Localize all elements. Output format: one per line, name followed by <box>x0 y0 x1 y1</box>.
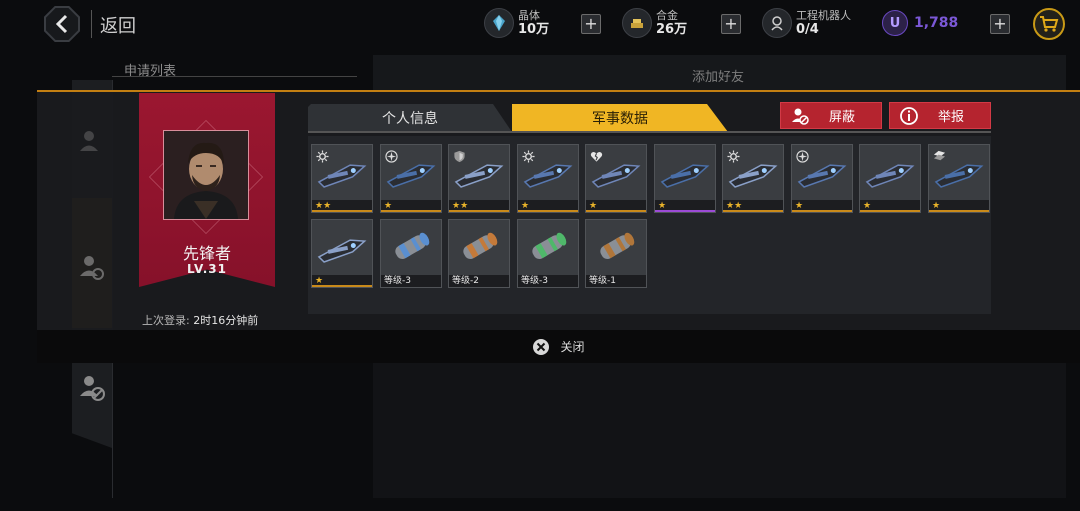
item-level: 等级-3 <box>518 275 578 287</box>
rarity-bar <box>449 210 509 212</box>
crystal-label: 晶体 <box>518 9 540 22</box>
robots-resource: 工程机器人 0/4 <box>762 8 851 38</box>
cart-icon <box>1040 16 1059 32</box>
back-button[interactable] <box>44 6 80 42</box>
alloy-resource: 合金 26万 <box>622 8 687 38</box>
alloy-label: 合金 <box>656 9 678 22</box>
shield-icon <box>453 148 466 163</box>
tab-military-data[interactable]: 军事数据 <box>512 104 728 132</box>
crystal-icon <box>484 8 514 38</box>
item-level: 等级-1 <box>586 275 646 287</box>
module-icon <box>600 232 635 259</box>
close-label: 关闭 <box>560 340 585 354</box>
weapon-item[interactable]: ★ <box>517 144 579 213</box>
divider <box>91 10 92 38</box>
alloy-value: 26万 <box>656 22 688 37</box>
weapon-item[interactable]: ★★ <box>311 144 373 213</box>
last-login-text: 上次登录: 2时16分钟前 <box>142 312 258 328</box>
tab-personal-info[interactable]: 个人信息 <box>308 104 512 132</box>
weapon-item[interactable]: ★★ <box>722 144 784 213</box>
u-currency: U 1,788 <box>882 10 958 36</box>
ship-weapon-icon <box>317 239 367 263</box>
rarity-bar <box>312 285 372 287</box>
block-label: 屏蔽 <box>829 110 856 125</box>
player-name: 先锋者 <box>182 244 231 263</box>
module-icon <box>463 232 498 259</box>
weapon-item[interactable]: ★ <box>585 144 647 213</box>
weapon-item[interactable]: ★ <box>791 144 853 213</box>
item-level: 等级-2 <box>449 275 509 287</box>
alloy-icon <box>622 8 652 38</box>
gear-icon <box>316 148 329 163</box>
module-item[interactable]: 等级-1 <box>585 219 647 288</box>
close-bar: 关闭 <box>37 330 1080 363</box>
module-item[interactable]: 等级-3 <box>517 219 579 288</box>
block-user-icon[interactable] <box>75 370 109 404</box>
weapon-item[interactable]: ★ <box>311 219 373 288</box>
module-item[interactable]: 等级-3 <box>380 219 442 288</box>
add-alloy-button[interactable]: + <box>721 14 741 34</box>
robots-label: 工程机器人 <box>796 9 851 22</box>
gear-icon <box>522 148 535 163</box>
u-currency-icon: U <box>882 10 908 36</box>
rarity-bar <box>792 210 852 212</box>
friend-request-icon <box>75 250 109 284</box>
divider <box>112 76 357 77</box>
block-user-icon <box>789 105 811 127</box>
rarity-bar <box>723 210 783 212</box>
tab-underline <box>308 131 991 133</box>
chevron-left-icon <box>55 14 68 34</box>
robot-icon <box>762 8 792 38</box>
close-icon <box>533 338 550 355</box>
rarity-bar <box>586 210 646 212</box>
report-button[interactable]: 举报 <box>889 102 991 129</box>
stack-icon <box>933 148 946 161</box>
weapon-item[interactable]: ★ <box>380 144 442 213</box>
module-item[interactable]: 等级-2 <box>448 219 510 288</box>
player-level: LV.31 <box>187 262 227 276</box>
info-icon <box>898 105 920 127</box>
add-u-currency-button[interactable]: + <box>990 14 1010 34</box>
add-friend-title: 添加好友 <box>692 70 745 85</box>
ship-weapon-icon <box>660 164 710 188</box>
rarity-bar <box>518 210 578 212</box>
back-label[interactable]: 返回 <box>100 12 136 38</box>
robots-value: 0/4 <box>796 22 819 37</box>
crystal-resource: 晶体 10万 <box>484 8 549 38</box>
shop-cart-button[interactable] <box>1033 8 1065 40</box>
avatar <box>163 130 249 220</box>
gear-icon <box>727 148 740 163</box>
add-friend-panel <box>373 362 1066 498</box>
u-currency-value: 1,788 <box>914 15 959 31</box>
rarity-bar <box>655 210 715 212</box>
weapon-item[interactable]: ★ <box>928 144 990 213</box>
close-button[interactable]: 关闭 <box>532 338 585 356</box>
friend-user-icon <box>75 125 109 159</box>
module-icon <box>532 232 567 259</box>
ship-weapon-icon <box>865 164 915 188</box>
last-login-label: 上次登录: <box>142 314 190 327</box>
rarity-bar <box>929 210 989 212</box>
u-symbol: U <box>889 15 901 31</box>
crystal-value: 10万 <box>518 22 550 37</box>
module-icon <box>395 232 430 259</box>
top-bar: 返回 晶体 10万 + 合金 26万 + 工程机器人 0/4 U 1,788 + <box>0 0 1080 50</box>
last-login-value: 2时16分钟前 <box>193 314 259 327</box>
block-button[interactable]: 屏蔽 <box>780 102 882 129</box>
burst-icon <box>796 148 809 163</box>
add-crystal-button[interactable]: + <box>581 14 601 34</box>
item-level: 等级-3 <box>381 275 441 287</box>
rarity-bar <box>312 210 372 212</box>
rarity-bar <box>860 210 920 212</box>
burst-icon <box>385 148 398 163</box>
broken-heart-icon <box>590 148 603 162</box>
rarity-bar <box>381 210 441 212</box>
report-label: 举报 <box>938 110 965 125</box>
weapon-item[interactable]: ★ <box>859 144 921 213</box>
weapon-item[interactable]: ★★ <box>448 144 510 213</box>
weapon-item[interactable]: ★ <box>654 144 716 213</box>
